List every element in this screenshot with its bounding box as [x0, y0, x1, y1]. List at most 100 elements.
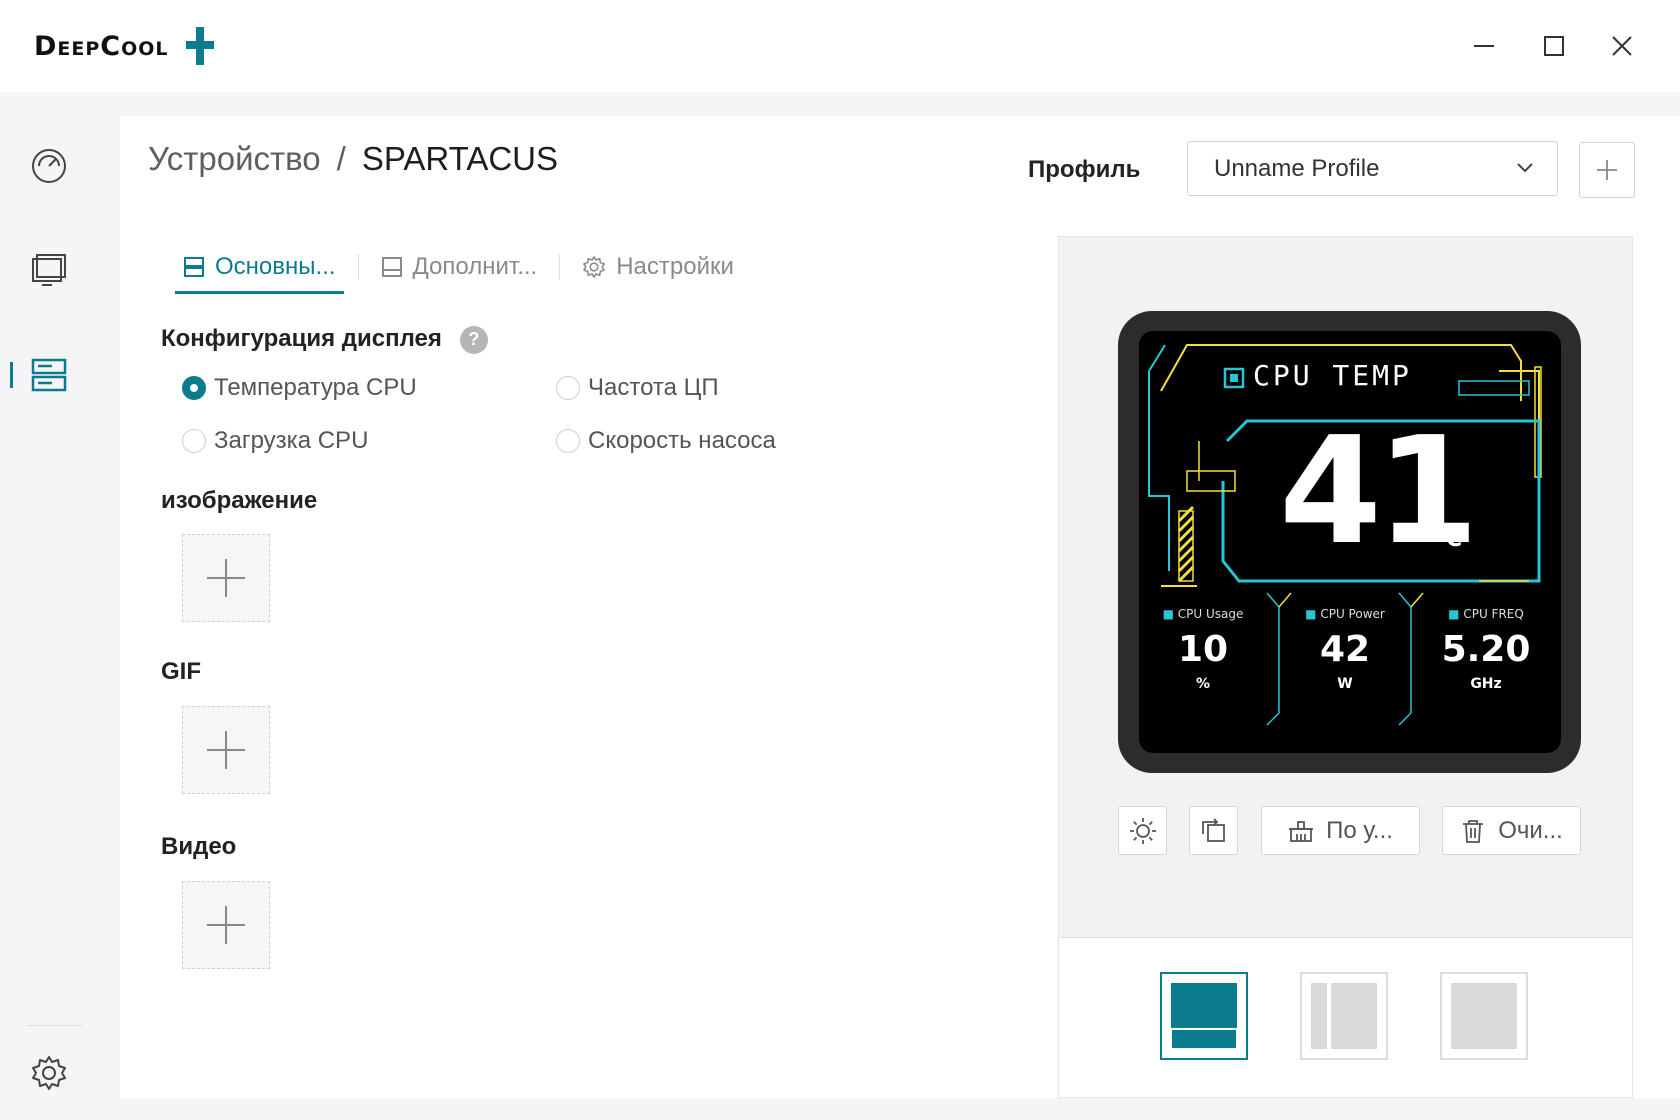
clear-label: Очи... — [1498, 816, 1563, 844]
stat-cpu-freq: ■ CPU FREQ 5.20 GHz — [1411, 607, 1561, 692]
upload-video-button[interactable] — [182, 881, 270, 969]
breadcrumb: Устройство / SPARTACUS — [148, 140, 558, 178]
add-profile-button[interactable] — [1579, 142, 1635, 198]
layout-option-split-vertical[interactable] — [1300, 972, 1388, 1060]
tab-bar: Основны... Дополнит... Настройки — [175, 240, 742, 294]
title-bar: DeepCool — [0, 0, 1680, 94]
profile-dropdown[interactable]: Unname Profile — [1187, 141, 1558, 196]
chevron-down-icon — [1517, 163, 1533, 173]
radio-indicator — [556, 429, 580, 453]
radio-label: Загрузка CPU — [214, 427, 369, 454]
display-settings-icon — [184, 257, 204, 277]
stat-value: 5.20 — [1441, 629, 1531, 670]
gif-section-title: GIF — [161, 658, 201, 685]
brightness-button[interactable] — [1118, 806, 1167, 855]
radio-indicator — [182, 429, 206, 453]
plus-icon — [207, 559, 245, 597]
maximize-icon — [1544, 36, 1564, 56]
tab-settings[interactable]: Настройки — [574, 240, 742, 294]
sidebar-active-indicator — [10, 362, 13, 388]
deepcool-logo-icon — [185, 27, 214, 65]
tab-advanced[interactable]: Дополнит... — [373, 240, 546, 294]
stat-label: ■ CPU FREQ — [1448, 607, 1524, 621]
broom-icon — [1289, 820, 1314, 842]
radio-label: Частота ЦП — [588, 374, 719, 401]
speedometer-icon — [32, 149, 66, 183]
radio-indicator — [182, 376, 206, 400]
preview-menu-button[interactable] — [1594, 258, 1614, 283]
layout-vertical-icon — [1311, 983, 1377, 1049]
upload-gif-button[interactable] — [182, 706, 270, 794]
stat-value: 10 — [1177, 629, 1229, 670]
tab-settings-label: Настройки — [616, 253, 734, 280]
stat-unit: GHz — [1470, 676, 1502, 692]
help-icon[interactable]: ? — [459, 325, 488, 354]
profile-label: Профиль — [1028, 156, 1141, 183]
gear-icon — [32, 1056, 66, 1090]
image-section-title: изображение — [161, 487, 318, 514]
minimize-icon — [1474, 45, 1494, 47]
stat-unit: W — [1337, 676, 1353, 692]
plus-icon — [1597, 160, 1617, 180]
layout-horizontal-icon — [1170, 983, 1238, 1050]
trash-icon — [1463, 819, 1484, 843]
gear-icon — [583, 256, 606, 278]
radio-cpu-temp[interactable]: Температура CPU — [182, 374, 417, 402]
stat-cpu-power: ■ CPU Power 42 W — [1279, 607, 1411, 692]
display-config-title: Конфигурация дисплея? — [161, 325, 488, 354]
stat-cpu-usage: ■ CPU Usage 10 % — [1139, 607, 1267, 692]
stat-label: ■ CPU Power — [1305, 607, 1385, 621]
reset-default-button[interactable]: По у... — [1261, 806, 1420, 855]
breadcrumb-separator: / — [336, 140, 346, 177]
radio-indicator — [556, 376, 580, 400]
video-section-title: Видео — [161, 833, 237, 860]
cpu-chip-icon — [1223, 367, 1245, 389]
sidebar-item-settings[interactable] — [24, 1048, 74, 1098]
sidebar-item-devices[interactable] — [24, 350, 74, 400]
tab-basic[interactable]: Основны... — [175, 240, 344, 294]
radio-label: Температура CPU — [214, 374, 417, 401]
radio-label: Скорость насоса — [588, 427, 776, 454]
layers-icon — [1594, 258, 1614, 278]
profile-selected-value: Unname Profile — [1214, 154, 1380, 182]
stat-value: 42 — [1319, 629, 1371, 670]
main-metric-label: CPU TEMP — [1253, 359, 1412, 392]
clear-button[interactable]: Очи... — [1442, 806, 1581, 855]
sidebar-item-dashboard[interactable] — [24, 141, 74, 191]
layout-option-full[interactable] — [1440, 972, 1528, 1060]
rotate-button[interactable] — [1189, 806, 1238, 855]
breadcrumb-current: SPARTACUS — [361, 140, 559, 177]
radio-pump-speed[interactable]: Скорость насоса — [556, 427, 776, 455]
tab-advanced-label: Дополнит... — [412, 253, 538, 280]
display-config-label: Конфигурация дисплея — [161, 325, 442, 352]
sidebar-divider — [26, 1025, 82, 1026]
layout-full-icon — [1451, 983, 1517, 1049]
stat-unit: % — [1195, 676, 1211, 692]
minimize-button[interactable] — [1458, 22, 1510, 70]
close-icon — [1612, 36, 1632, 56]
app-logo: DeepCool — [34, 24, 217, 68]
layout-icon — [381, 257, 402, 277]
layout-option-split-horizontal[interactable] — [1160, 972, 1248, 1060]
rotate-icon — [1201, 817, 1225, 842]
lcd-preview-screen: CPU TEMP 41 °C ■ CPU Usage 10 % ■ CPU Po… — [1139, 331, 1561, 753]
main-metric-unit: °C — [1435, 527, 1463, 552]
tab-basic-label: Основны... — [215, 253, 336, 280]
sidebar-item-display[interactable] — [24, 246, 74, 296]
monitor-icon — [32, 254, 66, 286]
maximize-button[interactable] — [1528, 22, 1580, 70]
plus-icon — [207, 731, 245, 769]
stat-label: ■ CPU Usage — [1162, 607, 1244, 621]
tab-separator — [357, 254, 359, 280]
reset-default-label: По у... — [1326, 816, 1393, 844]
tab-separator — [559, 254, 561, 280]
server-icon — [31, 358, 67, 392]
breadcrumb-parent[interactable]: Устройство — [148, 140, 321, 178]
hazard-stripes — [1177, 505, 1195, 583]
logo-text: DeepCool — [34, 30, 169, 62]
plus-icon — [207, 906, 245, 944]
upload-image-button[interactable] — [182, 534, 270, 622]
radio-cpu-usage[interactable]: Загрузка CPU — [182, 427, 368, 455]
close-button[interactable] — [1596, 22, 1648, 70]
radio-cpu-freq[interactable]: Частота ЦП — [556, 374, 719, 402]
